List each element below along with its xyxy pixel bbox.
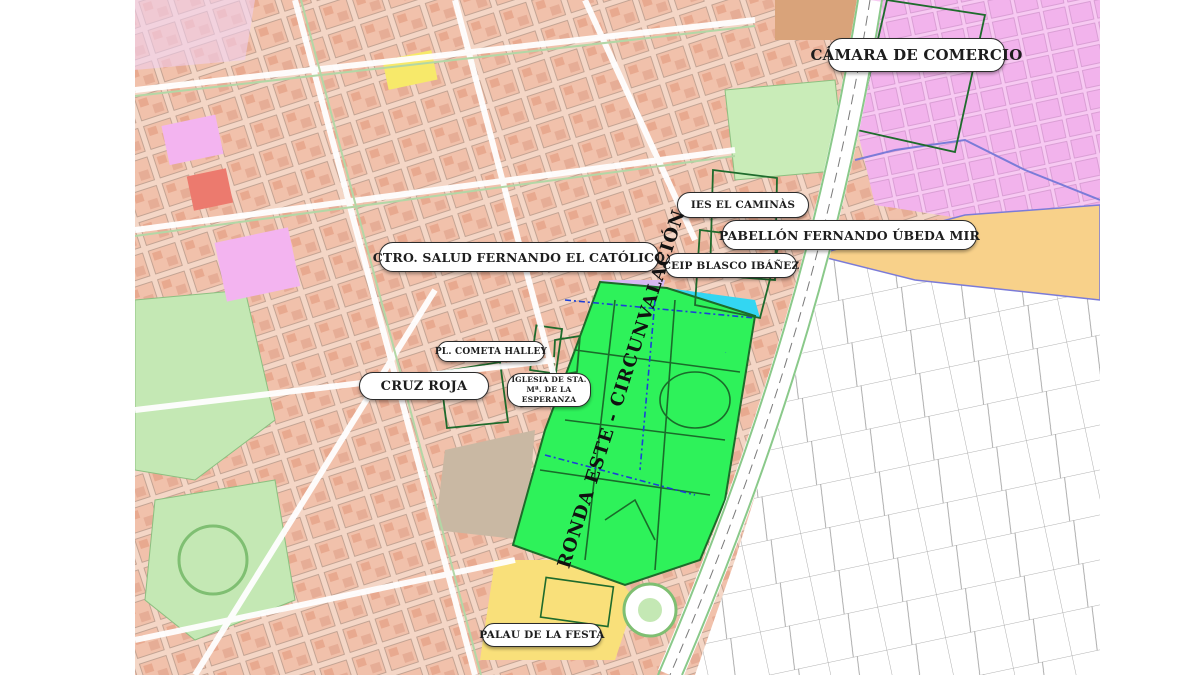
label-pabellon-text: PABELLÓN FERNANDO ÚBEDA MIR [718,227,981,243]
pink-zone-northeast [855,0,1100,240]
pink-block-nw [135,0,255,70]
label-ceip-text: CEIP BLASCO IBÁÑEZ [662,259,800,272]
label-pl-cometa-halley[interactable]: PL. COMETA HALLEY [434,341,548,362]
label-ies-text: IES EL CAMINÀS [690,199,796,211]
label-palau-de-la-festa[interactable]: PALAU DE LA FESTA [479,623,605,647]
park-small-tag: · [725,350,727,356]
map-canvas [135,0,1100,675]
label-ies-el-caminas[interactable]: IES EL CAMINÀS [677,192,809,218]
label-cruz-roja[interactable]: CRUZ ROJA [359,372,489,400]
label-ceip-blasco-ibanez[interactable]: CEIP BLASCO IBÁÑEZ [662,253,800,278]
label-ctro-salud-text: CTRO. SALUD FERNANDO EL CATÓLICO [372,249,666,265]
label-camara-text: CÁMARA DE COMERCIO [810,46,1023,64]
label-pabellon[interactable]: PABELLÓN FERNANDO ÚBEDA MIR [718,220,981,250]
label-ctro-salud[interactable]: CTRO. SALUD FERNANDO EL CATÓLICO [373,242,665,272]
label-cruz-roja-text: CRUZ ROJA [380,378,468,394]
label-iglesia[interactable]: IGLESIA DE STA. Mª. DE LA ESPERANZA [507,373,591,407]
label-iglesia-text: IGLESIA DE STA. Mª. DE LA ESPERANZA [511,375,587,404]
label-cometa-text: PL. COMETA HALLEY [434,346,548,357]
label-palau-text: PALAU DE LA FESTA [479,629,605,641]
label-camara-comercio[interactable]: CÁMARA DE COMERCIO [811,38,1022,72]
urban-map: · CÁMARA DE COMERCIO IES EL CAMINÀS PABE… [135,0,1100,675]
